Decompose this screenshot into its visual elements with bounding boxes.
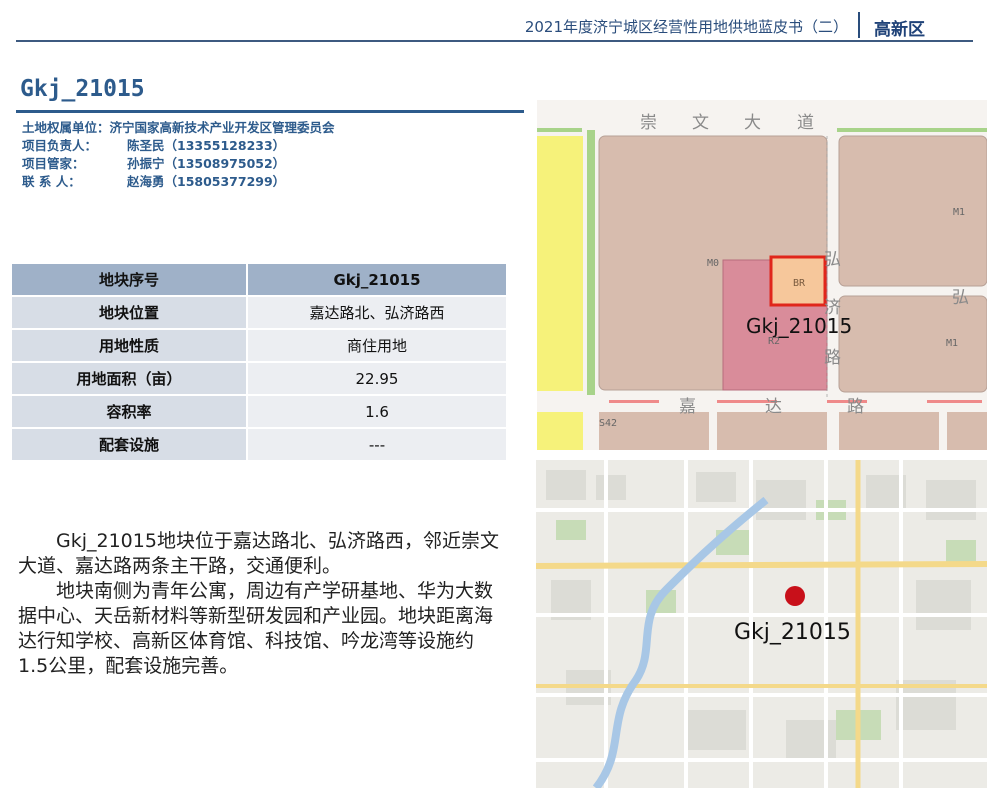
title-underline [16,110,524,113]
road-label: 弘 [952,288,969,308]
road-label: 达 [765,397,782,417]
location-map-label: Gkj_21015 [734,620,851,645]
table-key: 用地性质 [10,328,248,363]
header-rule [16,40,973,42]
road-label: 道 [797,113,814,133]
table-value: 1.6 [246,394,508,429]
table-value: Gkj_21015 [246,262,508,297]
owner-row: 土地权属单位： 济宁国家高新技术产业开发区管理委员会 [22,119,335,137]
contact-info: 土地权属单位： 济宁国家高新技术产业开发区管理委员会 项目负责人： 陈圣民（13… [22,119,335,191]
road-label: 文 [692,113,709,133]
zone-code: M1 [946,338,959,349]
leader-value: 陈圣民（13355128233） [127,138,286,153]
table-key: 容积率 [10,394,248,429]
manager-value: 孙振宁（13508975052） [127,156,286,171]
description-paragraph: Gkj_21015地块位于嘉达路北、弘济路西，邻近崇文大道、嘉达路两条主干路，交… [18,530,499,577]
leader-label: 项目负责人： [22,138,98,153]
description-paragraph: 地块南侧为青年公寓，周边有产学研基地、华为大数据中心、天岳新材料等新型研发园和产… [18,580,494,677]
table-value: 22.95 [246,361,508,396]
table-value: 嘉达路北、弘济路西 [246,295,508,330]
table-row: 容积率 1.6 [10,394,508,429]
header-divider [858,12,860,38]
zone-code: S42 [599,418,618,429]
table-row: 配套设施 --- [10,427,508,462]
table-row: 用地性质 商住用地 [10,328,508,363]
leader-row: 项目负责人： 陈圣民（13355128233） [22,137,335,155]
manager-row: 项目管家： 孙振宁（13508975052） [22,155,335,173]
zone-code: M0 [707,258,720,269]
district-name: 高新区 [874,20,925,40]
plot-info-table: 地块序号 Gkj_21015 地块位置 嘉达路北、弘济路西 用地性质 商住用地 … [10,262,508,462]
road-label: 嘉 [679,397,696,417]
zoning-map-graphic [537,100,987,450]
owner-label: 土地权属单位： [22,120,110,135]
location-map: Gkj_21015 [536,460,987,788]
road-label: 弘 [824,250,841,270]
manager-label: 项目管家： [22,156,85,171]
road-label: 崇 [640,113,657,133]
table-row: 地块位置 嘉达路北、弘济路西 [10,295,508,330]
road-label: 路 [824,348,841,368]
table-key: 地块位置 [10,295,248,330]
contact-value: 赵海勇（15805377299） [127,174,286,189]
plot-description: Gkj_21015地块位于嘉达路北、弘济路西，邻近崇文大道、嘉达路两条主干路，交… [18,529,504,679]
table-value: 商住用地 [246,328,508,363]
plot-zone-code: BR [793,278,806,289]
contact-row: 联 系 人： 赵海勇（15805377299） [22,173,335,191]
contact-label: 联 系 人： [22,174,81,189]
table-key: 用地面积（亩） [10,361,248,396]
table-key: 配套设施 [10,427,248,462]
document-title: 2021年度济宁城区经营性用地供地蓝皮书（二） [524,18,848,36]
table-key: 地块序号 [10,262,248,297]
table-row: 用地面积（亩） 22.95 [10,361,508,396]
owner-value: 济宁国家高新技术产业开发区管理委员会 [109,120,335,135]
plot-map-label: Gkj_21015 [746,314,853,338]
zoning-map: 崇 文 大 道 嘉 达 路 弘 济 路 弘 M0 M1 M1 R2 S42 BR… [537,100,987,450]
road-label: 大 [744,113,761,133]
table-row: 地块序号 Gkj_21015 [10,262,508,297]
plot-title: Gkj_21015 [20,76,145,102]
road-label: 路 [847,397,864,417]
zone-code: M1 [953,207,966,218]
table-value: --- [246,427,508,462]
